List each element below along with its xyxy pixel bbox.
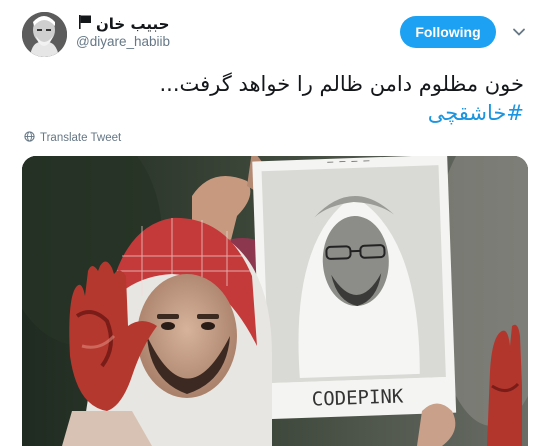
tweet-photo[interactable]: CODEPINK — — — — xyxy=(22,156,528,446)
following-button[interactable]: Following xyxy=(400,16,496,48)
author-handle[interactable]: @diyare_habiib xyxy=(76,34,170,49)
globe-icon xyxy=(24,131,35,145)
author-name-row[interactable]: حبیب خان xyxy=(78,14,169,34)
chevron-down-icon[interactable] xyxy=(511,24,527,40)
translate-tweet-link[interactable]: Translate Tweet xyxy=(24,131,121,145)
svg-text:— — — —: — — — — xyxy=(327,156,370,168)
tweet-body: خون مظلوم دامن ظالم را خواهد گرفت... xyxy=(160,72,525,96)
author-display-name: حبیب خان xyxy=(96,15,169,33)
black-flag-icon xyxy=(78,14,92,34)
translate-label: Translate Tweet xyxy=(40,132,121,144)
hashtag-link[interactable]: #خاشقچی xyxy=(44,99,524,128)
poster-sign-text: CODEPINK xyxy=(311,385,404,410)
protest-photo-illustration: CODEPINK — — — — xyxy=(22,156,528,446)
tweet-text: خون مظلوم دامن ظالم را خواهد گرفت... #خا… xyxy=(44,70,524,128)
avatar-image xyxy=(22,12,67,57)
avatar[interactable] xyxy=(22,12,67,57)
